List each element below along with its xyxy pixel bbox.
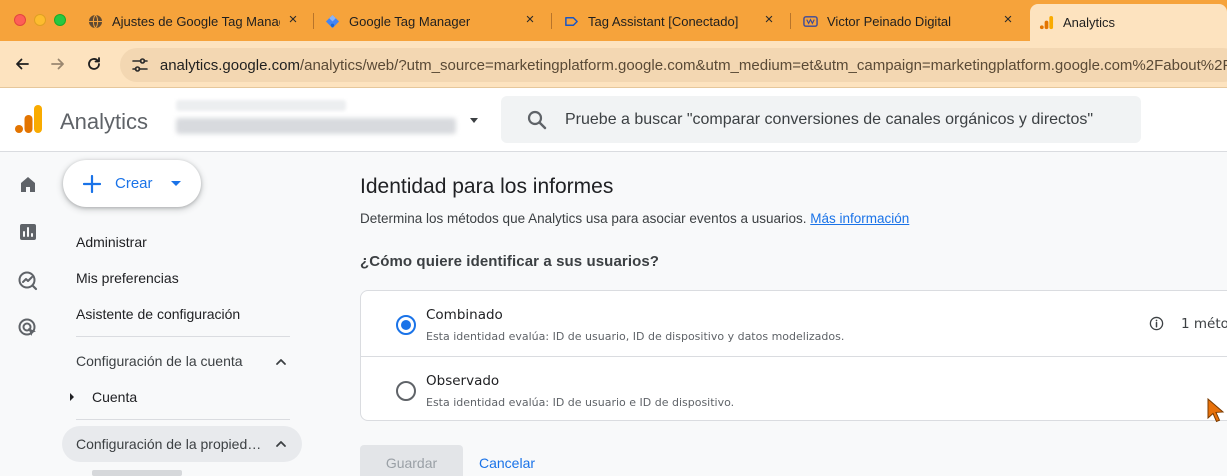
identity-options-card: Combinado Esta identidad evalúa: ID de u… [360, 290, 1227, 421]
caret-down-icon [170, 181, 181, 186]
page-description: Determina los métodos que Analytics usa … [360, 211, 909, 226]
tag-manager-icon [324, 13, 340, 29]
analytics-icon [1038, 15, 1054, 31]
explore-icon[interactable] [17, 269, 39, 291]
url-host: analytics.google.com [159, 56, 300, 74]
tab-title: Google Tag Manager [349, 13, 471, 29]
page-title: Identidad para los informes [360, 175, 614, 198]
globe-icon [87, 13, 103, 29]
info-icon[interactable] [1149, 316, 1164, 331]
browser-tab[interactable]: Ajustes de Google Tag Manag × [87, 6, 301, 36]
section-header-propiedad[interactable]: Configuración de la propied… [76, 436, 261, 452]
sidebar-item-asistente[interactable]: Asistente de configuración [76, 306, 240, 322]
app-name: Analytics [60, 109, 149, 134]
tab-title: Ajustes de Google Tag Manag [112, 13, 280, 29]
tab-separator [551, 13, 552, 29]
browser-toolbar: analytics.google.com/analytics/web/?utm_… [0, 41, 1227, 88]
divider [76, 336, 290, 337]
reports-icon[interactable] [17, 221, 39, 243]
option-description: Esta identidad evalúa: ID de usuario e I… [426, 396, 735, 409]
caret-down-icon [470, 118, 478, 123]
icon-rail [0, 152, 56, 476]
tag-assistant-icon [563, 13, 579, 29]
property-name-redacted [176, 118, 456, 134]
reload-icon[interactable] [82, 52, 106, 76]
advertising-icon[interactable] [17, 317, 39, 339]
search-placeholder: Pruebe a buscar "comparar conversiones d… [565, 110, 1094, 128]
description-text: Determina los métodos que Analytics usa … [360, 211, 807, 226]
search-icon [525, 108, 549, 132]
chevron-up-icon[interactable] [274, 355, 288, 369]
browser-tab-active[interactable]: Analytics [1030, 4, 1227, 41]
sidebar-item-cutoff [92, 470, 182, 476]
radio-observado[interactable] [396, 381, 416, 401]
tab-separator [313, 13, 314, 29]
option-title: Observado [426, 373, 500, 389]
back-arrow-icon[interactable] [10, 52, 34, 76]
radio-combinado[interactable] [396, 315, 416, 335]
mouse-pointer-icon [1207, 398, 1225, 423]
save-button[interactable]: Guardar [360, 445, 463, 476]
sidebar-item-administrar[interactable]: Administrar [76, 234, 147, 250]
close-tab-icon[interactable]: × [285, 12, 301, 28]
search-input[interactable]: Pruebe a buscar "comparar conversiones d… [501, 96, 1141, 143]
browser-tab[interactable]: Tag Assistant [Conectado] × [563, 6, 777, 36]
browser-tab-bar: Ajustes de Google Tag Manag × Google Tag… [0, 0, 1227, 41]
analytics-logo-icon[interactable] [15, 104, 43, 134]
close-tab-icon[interactable]: × [522, 12, 538, 28]
home-icon[interactable] [17, 173, 39, 195]
site-icon [802, 13, 818, 29]
option-description: Esta identidad evalúa: ID de usuario, ID… [426, 330, 845, 343]
chevron-up-icon[interactable] [274, 437, 288, 451]
tab-title: Victor Peinado Digital [827, 13, 952, 29]
create-button[interactable]: Crear [63, 160, 201, 207]
option-title: Combinado [426, 307, 503, 323]
identity-question: ¿Cómo quiere identificar a sus usuarios? [360, 253, 660, 270]
option-count: 1 método [1181, 316, 1227, 332]
close-tab-icon[interactable]: × [1000, 12, 1016, 28]
browser-tab[interactable]: Victor Peinado Digital × [802, 6, 1016, 36]
tab-title: Analytics [1063, 15, 1116, 30]
app-header: Analytics Pruebe a buscar "comparar conv… [0, 88, 1227, 152]
cancel-button[interactable]: Cancelar [479, 455, 535, 471]
create-label: Crear [115, 175, 153, 192]
tab-separator [790, 13, 791, 29]
address-bar[interactable]: analytics.google.com/analytics/web/?utm_… [120, 48, 1227, 82]
option-combinado[interactable]: Combinado Esta identidad evalúa: ID de u… [361, 291, 1227, 356]
close-tab-icon[interactable]: × [761, 12, 777, 28]
browser-tab[interactable]: Google Tag Manager × [324, 6, 538, 36]
tab-title: Tag Assistant [Conectado] [588, 13, 739, 29]
caret-right-icon[interactable] [70, 393, 74, 401]
site-settings-icon[interactable] [124, 50, 156, 80]
more-info-link[interactable]: Más información [810, 211, 909, 226]
close-window-button[interactable] [14, 14, 26, 26]
url-path: /analytics/web/?utm_source=marketingplat… [299, 56, 1227, 74]
minimize-window-button[interactable] [34, 14, 46, 26]
account-name-redacted [176, 100, 346, 111]
account-picker[interactable] [168, 94, 478, 146]
main-content: Identidad para los informes Determina lo… [320, 152, 1227, 476]
sidebar-item-preferencias[interactable]: Mis preferencias [76, 270, 179, 286]
option-observado[interactable]: Observado Esta identidad evalúa: ID de u… [361, 356, 1227, 421]
sidebar-item-cuenta[interactable]: Cuenta [92, 389, 137, 405]
admin-sidebar: Crear Administrar Mis preferencias Asist… [56, 152, 320, 476]
plus-icon [81, 173, 103, 195]
maximize-window-button[interactable] [54, 14, 66, 26]
divider [76, 419, 290, 420]
url-text: analytics.google.com/analytics/web/?utm_… [160, 57, 1227, 74]
forward-arrow-icon[interactable] [46, 52, 70, 76]
section-header-cuenta[interactable]: Configuración de la cuenta [76, 353, 243, 369]
